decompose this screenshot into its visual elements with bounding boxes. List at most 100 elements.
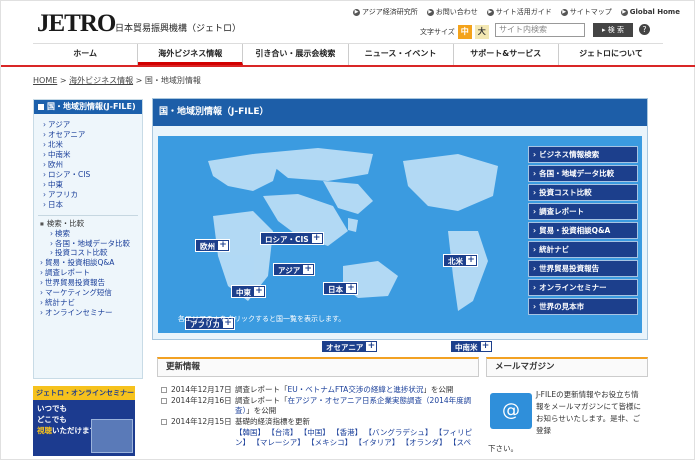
news-item: 2014年12月15日 基礎的経済指標を更新	[161, 417, 479, 427]
sidebar-item-oceania[interactable]: オセアニア	[43, 130, 142, 140]
map-region-middle-east[interactable]: 中東	[231, 285, 266, 298]
sidebar-item-latin-america[interactable]: 中南米	[43, 150, 142, 160]
map-area: 欧州 ロシア・CIS アジア 中東 日本 北米 アフリカ オセアニア 中南米 各…	[158, 136, 524, 353]
nav-support-services[interactable]: サポート&サービス	[454, 44, 559, 65]
mail-title: メールマガジン	[486, 357, 648, 377]
panel-title: 国・地域別情報（J-FILE）	[153, 99, 647, 126]
font-size-label: 文字サイズ	[420, 28, 455, 36]
news-country-tags[interactable]: 【韓国】 【台湾】 【中国】 【香港】 【バングラデシュ】 【フィリピン】 【マ…	[157, 428, 477, 448]
sidebar-item-trade-report[interactable]: 世界貿易投資報告	[40, 278, 142, 288]
mail-magazine: メールマガジン @ J-FILEの更新情報やお役立ち情報をメールマガジンにて皆様…	[486, 357, 648, 461]
top-link-global[interactable]: ▶ Global Home	[620, 7, 680, 17]
link-stats[interactable]: 統計ナビ	[528, 241, 638, 258]
nav-home[interactable]: ホーム	[33, 44, 139, 65]
news-item: 2014年12月17日 調査レポート「EU・ベトナムFTA交渉の経緯と進捗状況」…	[161, 385, 479, 395]
nav-about[interactable]: ジェトロについて	[559, 44, 663, 65]
world-map: 欧州 ロシア・CIS アジア 中東 日本 北米 アフリカ オセアニア 中南米 各…	[158, 136, 642, 353]
breadcrumb-current: 国・地域別情報	[144, 76, 201, 85]
banner-title: ジェトロ・オンラインセミナー	[33, 386, 135, 400]
sidebar-item-stats[interactable]: 統計ナビ	[40, 298, 142, 308]
header: JETRO 日本貿易振興機構（ジェトロ） ▶ アジア経済研究所 ▶ お問い合わせ ▶…	[1, 1, 695, 43]
nav-overseas-business[interactable]: 海外ビジネス情報	[138, 44, 244, 65]
sidebar-title: 国・地域別情報(J-FILE)	[34, 100, 142, 114]
sidebar-item-cost-compare[interactable]: 投資コスト比較	[40, 248, 142, 258]
top-link-guide[interactable]: ▶ サイト活用ガイド	[486, 7, 552, 17]
link-trade-report[interactable]: 世界貿易投資報告	[528, 260, 638, 277]
breadcrumb-home[interactable]: HOME	[33, 76, 57, 85]
search-input[interactable]: サイト内検索	[495, 23, 585, 37]
link-qa[interactable]: 貿易・投資相談Q&A	[528, 222, 638, 239]
search-button[interactable]: ▸ 検 索	[593, 23, 633, 37]
tools-list: 検索・比較 検索 各国・地域データ比較 投資コスト比較 貿易・投資相談Q&A 調…	[34, 219, 142, 318]
sidebar-item-search-compare: 検索・比較	[40, 219, 142, 229]
top-link-sitemap[interactable]: ▶ サイトマップ	[560, 7, 612, 17]
top-links: ▶ アジア経済研究所 ▶ お問い合わせ ▶ サイト活用ガイド ▶ サイトマップ ▶ Glo…	[353, 7, 680, 17]
map-region-europe[interactable]: 欧州	[195, 239, 230, 252]
sidebar-item-russia-cis[interactable]: ロシア・CIS	[43, 170, 142, 180]
jetro-logo[interactable]: JETRO	[37, 10, 116, 38]
font-size-medium-button[interactable]: 中	[457, 25, 472, 39]
news-title: 更新情報	[157, 357, 479, 377]
arrow-icon: ▶	[620, 8, 628, 16]
link-online-seminar[interactable]: オンラインセミナー	[528, 279, 638, 296]
map-region-latin-america[interactable]: 中南米	[450, 340, 493, 353]
top-link-contact[interactable]: ▶ お問い合わせ	[426, 7, 478, 17]
news-list: 2014年12月17日 調査レポート「EU・ベトナムFTA交渉の経緯と進捗状況」…	[157, 377, 479, 427]
link-cost-compare[interactable]: 投資コスト比較	[528, 184, 638, 201]
quick-links: ビジネス情報検索 各国・地域データ比較 投資コスト比較 調査レポート 貿易・投資…	[528, 146, 638, 317]
map-region-japan[interactable]: 日本	[323, 282, 358, 295]
news-link[interactable]: EU・ベトナムFTA交渉の経緯と進捗状況	[288, 385, 424, 394]
link-trade-fairs[interactable]: 世界の見本市	[528, 298, 638, 315]
sidebar-item-search[interactable]: 検索	[40, 229, 142, 239]
map-region-russia-cis[interactable]: ロシア・CIS	[260, 232, 324, 245]
page: JETRO 日本貿易振興機構（ジェトロ） ▶ アジア経済研究所 ▶ お問い合わせ ▶…	[0, 0, 695, 460]
help-icon[interactable]: ?	[639, 24, 650, 35]
news-item: 2014年12月16日 調査レポート「在アジア・オセアニア日系企業実態調査（20…	[161, 396, 479, 416]
font-size-switcher: 文字サイズ 中 大	[420, 25, 489, 39]
arrow-icon: ▶	[560, 8, 568, 16]
plus-icon	[161, 398, 167, 404]
map-region-north-america[interactable]: 北米	[443, 254, 478, 267]
sidebar-item-online-seminar[interactable]: オンラインセミナー	[40, 308, 142, 318]
sidebar-item-north-america[interactable]: 北米	[43, 140, 142, 150]
sidebar-item-reports[interactable]: 調査レポート	[40, 268, 142, 278]
sidebar-item-japan[interactable]: 日本	[43, 200, 142, 210]
mail-text: J-FILEの更新情報やお役立ち情報をメールマガジンにて皆様にお知らせいたします…	[536, 390, 641, 435]
nav-underline	[1, 65, 695, 67]
arrow-icon: ▶	[353, 8, 360, 16]
news-section: 更新情報 2014年12月17日 調査レポート「EU・ベトナムFTA交渉の経緯と…	[157, 357, 479, 461]
online-seminar-banner[interactable]: ジェトロ・オンラインセミナー いつでも どこでも 視聴いただけます	[33, 386, 135, 456]
sidebar-item-asia[interactable]: アジア	[43, 120, 142, 130]
arrow-icon: ▶	[426, 8, 434, 16]
link-business-search[interactable]: ビジネス情報検索	[528, 146, 638, 163]
mail-at-icon[interactable]: @	[490, 393, 532, 429]
sidebar-item-marketing[interactable]: マーケティング短信	[40, 288, 142, 298]
sidebar-item-middle-east[interactable]: 中東	[43, 180, 142, 190]
map-region-oceania[interactable]: オセアニア	[321, 340, 379, 353]
seminar-photo	[91, 419, 133, 453]
map-note: 各エリアの＋をクリックすると国一覧を表示します。	[178, 315, 346, 323]
breadcrumb: HOME > 海外ビジネス情報 > 国・地域別情報	[33, 76, 201, 85]
org-name: 日本貿易振興機構（ジェトロ）	[115, 24, 242, 34]
breadcrumb-section[interactable]: 海外ビジネス情報	[69, 76, 133, 85]
sidebar: 国・地域別情報(J-FILE) アジア オセアニア 北米 中南米 欧州 ロシア・…	[33, 99, 143, 379]
link-data-compare[interactable]: 各国・地域データ比較	[528, 165, 638, 182]
link-reports[interactable]: 調査レポート	[528, 203, 638, 220]
mail-text-2: 下さい。	[488, 444, 518, 453]
nav-trade-fair-search[interactable]: 引き合い・展示会検索	[243, 44, 349, 65]
sidebar-item-qa[interactable]: 貿易・投資相談Q&A	[40, 258, 142, 268]
world-map-shapes	[208, 148, 498, 311]
sidebar-item-data-compare[interactable]: 各国・地域データ比較	[40, 239, 130, 248]
region-list: アジア オセアニア 北米 中南米 欧州 ロシア・CIS 中東 アフリカ 日本	[34, 114, 142, 210]
sidebar-divider	[38, 215, 138, 216]
plus-icon	[161, 387, 167, 393]
sidebar-item-africa[interactable]: アフリカ	[43, 190, 142, 200]
nav-news-events[interactable]: ニュース・イベント	[349, 44, 454, 65]
global-nav: ホーム 海外ビジネス情報 引き合い・展示会検索 ニュース・イベント サポート&サ…	[33, 43, 663, 65]
square-icon	[38, 103, 44, 110]
top-link-ide[interactable]: ▶ アジア経済研究所	[353, 7, 418, 17]
sidebar-item-europe[interactable]: 欧州	[43, 160, 142, 170]
jfile-panel: 国・地域別情報（J-FILE） 欧州 + ロシア・CIS + アジア + 中東 …	[152, 98, 648, 353]
map-region-asia[interactable]: アジア	[273, 263, 316, 276]
font-size-large-button[interactable]: 大	[474, 25, 489, 39]
